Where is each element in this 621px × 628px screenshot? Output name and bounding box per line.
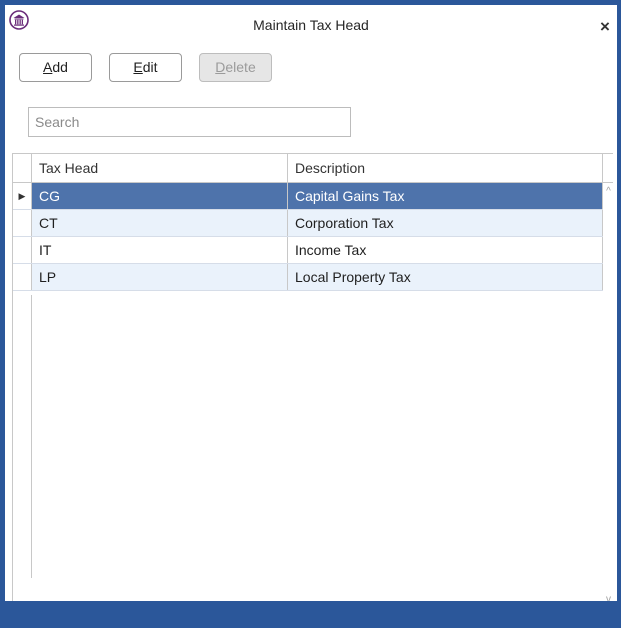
add-button-accel: A <box>43 59 53 75</box>
scroll-up-icon[interactable]: ^ <box>603 185 614 199</box>
row-indicator <box>13 210 32 236</box>
cell-description[interactable]: Corporation Tax <box>288 210 603 236</box>
cell-description[interactable]: Income Tax <box>288 237 603 263</box>
edit-button-label: dit <box>142 59 158 75</box>
title-bar: Maintain Tax Head × <box>5 5 617 39</box>
column-header-tax-head[interactable]: Tax Head <box>32 154 288 182</box>
edit-button[interactable]: Edit <box>109 53 182 82</box>
close-icon[interactable]: × <box>596 17 614 37</box>
status-bar <box>0 601 621 628</box>
cell-tax-head[interactable]: LP <box>32 264 288 290</box>
table-row[interactable]: LP Local Property Tax <box>13 264 603 291</box>
edit-button-accel: E <box>133 59 143 75</box>
current-row-indicator-icon: ▶ <box>13 183 32 209</box>
add-button[interactable]: Add <box>19 53 92 82</box>
row-indicator <box>13 237 32 263</box>
delete-button-label: elete <box>225 59 256 75</box>
vertical-scrollbar[interactable]: ^ v <box>603 183 614 607</box>
grid-header: Tax Head Description <box>13 154 613 183</box>
row-indicator-column <box>13 295 32 578</box>
table-row[interactable]: IT Income Tax <box>13 237 603 264</box>
cell-description[interactable]: Local Property Tax <box>288 264 603 290</box>
header-corner <box>603 154 613 182</box>
cell-description[interactable]: Capital Gains Tax <box>288 183 603 209</box>
column-header-description[interactable]: Description <box>288 154 603 182</box>
cell-tax-head[interactable]: IT <box>32 237 288 263</box>
delete-button[interactable]: Delete <box>199 53 272 82</box>
table-row[interactable]: ▶ CG Capital Gains Tax <box>13 183 603 210</box>
table-row[interactable]: CT Corporation Tax <box>13 210 603 237</box>
row-indicator <box>13 264 32 290</box>
add-button-label: dd <box>52 59 68 75</box>
dialog-window: Maintain Tax Head × Add Edit Delete Tax … <box>0 0 621 628</box>
row-indicator-header <box>13 154 32 182</box>
grid-rows: ▶ CG Capital Gains Tax CT Corporation Ta… <box>13 183 603 291</box>
cell-tax-head[interactable]: CG <box>32 183 288 209</box>
tax-head-grid: Tax Head Description ▶ CG Capital Gains … <box>12 153 614 607</box>
search-input[interactable] <box>28 107 351 137</box>
cell-tax-head[interactable]: CT <box>32 210 288 236</box>
delete-button-accel: D <box>215 59 226 75</box>
window-title: Maintain Tax Head <box>253 17 369 33</box>
